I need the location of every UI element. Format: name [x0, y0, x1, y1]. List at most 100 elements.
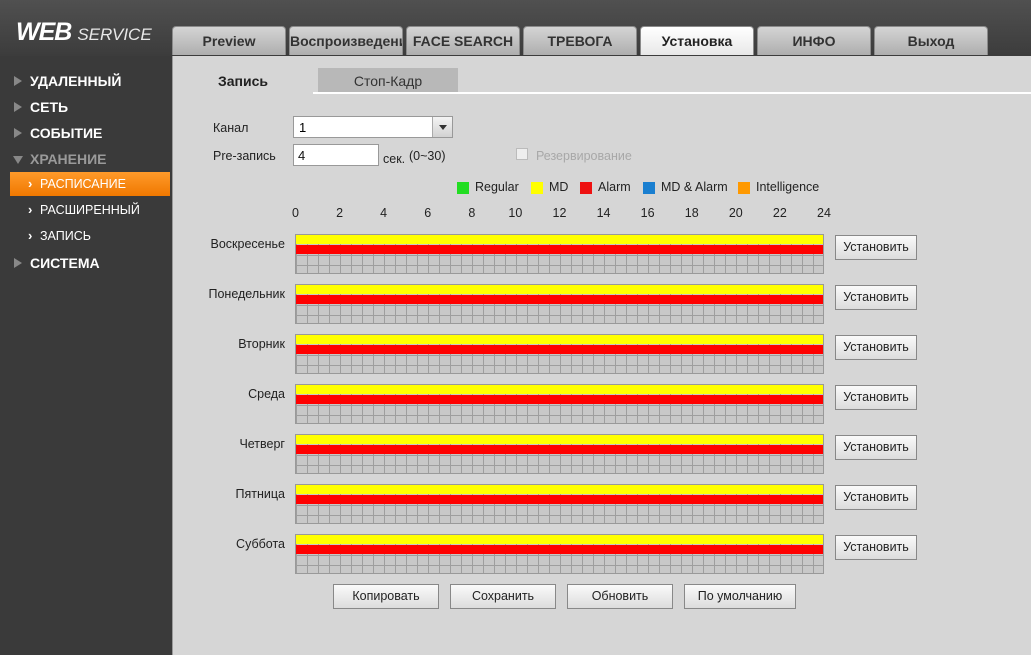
- md-period-bar: [296, 285, 823, 294]
- tab-info[interactable]: ИНФО: [757, 26, 871, 55]
- alarm-period-bar: [296, 395, 823, 404]
- chevron-right-icon: ›: [28, 202, 33, 217]
- refresh-button[interactable]: Обновить: [567, 584, 673, 609]
- sidebar-item-label: СОБЫТИЕ: [30, 125, 103, 141]
- tab-alarm[interactable]: ТРЕВОГА: [523, 26, 637, 55]
- day-label: Понедельник: [208, 287, 285, 301]
- sidebar-item-advanced[interactable]: › РАСШИРЕННЫЙ: [10, 198, 170, 222]
- day-timeline[interactable]: [295, 384, 824, 424]
- tick-label: 4: [380, 206, 388, 220]
- day-timeline[interactable]: [295, 434, 824, 474]
- sidebar-item-storage[interactable]: ХРАНЕНИЕ: [0, 147, 172, 171]
- legend-swatch: [531, 182, 543, 194]
- header: WEB SERVICE Preview Воспроизведение FACE …: [0, 0, 1031, 56]
- legend-label: Alarm: [598, 180, 631, 194]
- day-timeline[interactable]: [295, 234, 824, 274]
- main-tabs: Preview Воспроизведение FACE SEARCH ТРЕВ…: [172, 26, 991, 55]
- prerecord-range: (0~30): [409, 149, 446, 163]
- copy-button[interactable]: Копировать: [333, 584, 439, 609]
- collapsed-triangle-icon: [14, 128, 22, 138]
- tab-face-search[interactable]: FACE SEARCH: [406, 26, 520, 55]
- backup-label: Резервирование: [536, 149, 632, 163]
- md-period-bar: [296, 435, 823, 444]
- legend-label: Intelligence: [756, 180, 820, 194]
- sidebar: УДАЛЕННЫЙ СЕТЬ СОБЫТИЕ ХРАНЕНИЕ › РАСПИСА…: [0, 56, 172, 655]
- set-schedule-button[interactable]: Установить: [835, 485, 917, 510]
- day-label: Суббота: [236, 537, 285, 551]
- tick-label: 22: [772, 206, 787, 220]
- day-timeline[interactable]: [295, 334, 824, 374]
- dropdown-arrow-icon[interactable]: [432, 117, 452, 137]
- tick-label: 24: [817, 206, 831, 220]
- tick-label: 8: [468, 206, 476, 220]
- sidebar-item-label: СЕТЬ: [30, 99, 69, 115]
- sidebar-item-remote[interactable]: УДАЛЕННЫЙ: [0, 69, 172, 93]
- collapsed-triangle-icon: [14, 102, 22, 112]
- sidebar-item-label: ЗАПИСЬ: [40, 229, 91, 243]
- tab-playback[interactable]: Воспроизведение: [289, 26, 403, 55]
- legend-label: MD & Alarm: [661, 180, 728, 194]
- default-button[interactable]: По умолчанию: [684, 584, 796, 609]
- subtab-snapshot[interactable]: Стоп-Кадр: [318, 68, 458, 94]
- backup-checkbox[interactable]: [516, 148, 528, 160]
- set-schedule-button[interactable]: Установить: [835, 335, 917, 360]
- prerecord-input[interactable]: [293, 144, 379, 166]
- day-label: Вторник: [238, 337, 285, 351]
- tick-label: 14: [596, 206, 611, 220]
- legend-swatch: [457, 182, 469, 194]
- md-period-bar: [296, 485, 823, 494]
- tick-label: 6: [424, 206, 432, 220]
- set-schedule-button[interactable]: Установить: [835, 435, 917, 460]
- expanded-triangle-icon: [13, 156, 23, 164]
- day-label: Четверг: [239, 437, 285, 451]
- tab-divider: [313, 92, 1031, 94]
- day-timeline[interactable]: [295, 534, 824, 574]
- alarm-period-bar: [296, 245, 823, 254]
- sidebar-item-system[interactable]: СИСТЕМА: [0, 251, 172, 275]
- alarm-period-bar: [296, 495, 823, 504]
- tab-setup[interactable]: Установка: [640, 26, 754, 55]
- alarm-period-bar: [296, 445, 823, 454]
- sidebar-item-label: СИСТЕМА: [30, 255, 100, 271]
- sidebar-item-event[interactable]: СОБЫТИЕ: [0, 121, 172, 145]
- set-schedule-button[interactable]: Установить: [835, 535, 917, 560]
- alarm-period-bar: [296, 545, 823, 554]
- sidebar-item-label: УДАЛЕННЫЙ: [30, 73, 122, 89]
- prerecord-label: Pre-запись: [213, 149, 276, 163]
- set-schedule-button[interactable]: Установить: [835, 235, 917, 260]
- chevron-right-icon: ›: [28, 228, 33, 243]
- channel-label: Канал: [213, 121, 249, 135]
- save-button[interactable]: Сохранить: [450, 584, 556, 609]
- tab-preview[interactable]: Preview: [172, 26, 286, 55]
- alarm-period-bar: [296, 345, 823, 354]
- tick-label: 20: [728, 206, 743, 220]
- sidebar-item-label: РАСПИСАНИЕ: [40, 177, 126, 191]
- collapsed-triangle-icon: [14, 258, 22, 268]
- legend-swatch: [643, 182, 655, 194]
- legend-swatch: [738, 182, 750, 194]
- legend-label: MD: [549, 180, 569, 194]
- sub-tabs: Запись Стоп-Кадр: [173, 68, 1031, 94]
- day-label: Воскресенье: [210, 237, 285, 251]
- md-period-bar: [296, 385, 823, 394]
- sidebar-item-label: РАСШИРЕННЫЙ: [40, 203, 140, 217]
- sidebar-item-network[interactable]: СЕТЬ: [0, 95, 172, 119]
- sidebar-item-record[interactable]: › ЗАПИСЬ: [10, 224, 170, 248]
- subtab-record[interactable]: Запись: [173, 68, 313, 94]
- day-timeline[interactable]: [295, 484, 824, 524]
- tab-logout[interactable]: Выход: [874, 26, 988, 55]
- channel-select[interactable]: 1: [293, 116, 453, 138]
- sidebar-item-schedule[interactable]: › РАСПИСАНИЕ: [10, 172, 170, 196]
- day-label: Пятница: [235, 487, 285, 501]
- logo-main: WEB: [16, 18, 72, 46]
- legend: Regular MD Alarm MD & Alarm Intelligence: [173, 180, 1031, 196]
- tick-label: 2: [336, 206, 344, 220]
- set-schedule-button[interactable]: Установить: [835, 285, 917, 310]
- legend-label: Regular: [475, 180, 519, 194]
- day-timeline[interactable]: [295, 284, 824, 324]
- md-period-bar: [296, 535, 823, 544]
- tick-label: 16: [640, 206, 655, 220]
- web-service-logo: WEB SERVICE: [16, 18, 152, 47]
- tick-label: 10: [508, 206, 523, 220]
- set-schedule-button[interactable]: Установить: [835, 385, 917, 410]
